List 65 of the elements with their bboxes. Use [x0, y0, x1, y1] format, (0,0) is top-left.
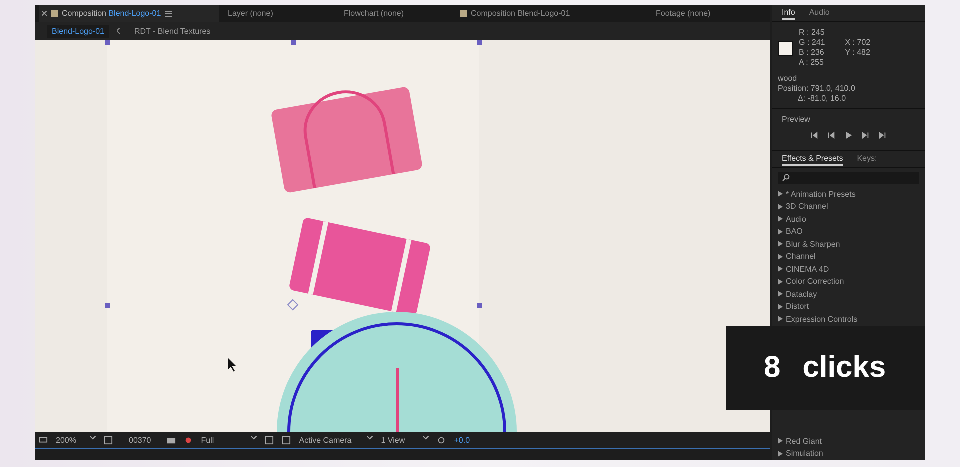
skip-back-icon[interactable]: [810, 131, 819, 140]
selection-handle[interactable]: [105, 303, 110, 308]
selection-handle[interactable]: [477, 303, 482, 308]
effect-category[interactable]: BAO: [772, 226, 925, 238]
panel-tab[interactable]: Layer (none): [225, 5, 335, 22]
timecode[interactable]: 00370: [129, 436, 152, 444]
skip-forward-icon[interactable]: [878, 131, 887, 140]
anchor-point-icon[interactable]: [287, 299, 299, 311]
effect-category[interactable]: CINEMA 4D: [772, 263, 925, 276]
panel-tab[interactable]: Info: [782, 6, 796, 20]
caret-icon[interactable]: [423, 436, 430, 440]
search-field[interactable]: [778, 172, 919, 184]
color-value: A : 255: [799, 58, 825, 68]
effect-category[interactable]: 3D Channel: [772, 200, 925, 213]
panel-tab[interactable]: Audio: [809, 6, 830, 20]
color-value: B : 236: [799, 48, 826, 58]
coordinate-value: Y : 482: [845, 48, 871, 58]
camera-dropdown[interactable]: Active Camera: [299, 436, 374, 444]
caret-icon[interactable]: [367, 436, 374, 440]
color-swatch: [778, 40, 793, 56]
coordinate-value: X : 702: [845, 38, 871, 48]
selection-handle[interactable]: [105, 40, 110, 45]
effect-category[interactable]: Simulation: [772, 448, 925, 460]
step-forward-icon[interactable]: [861, 131, 870, 140]
effect-category[interactable]: Blur & Sharpen: [772, 238, 925, 250]
clicks-label: clicks: [802, 351, 886, 385]
color-value: R : 245: [799, 28, 826, 38]
breadcrumb[interactable]: Blend-Logo-01: [47, 24, 110, 38]
cursor-icon: [228, 358, 236, 372]
effect-category[interactable]: Expression Controls: [772, 313, 925, 326]
chevron-left-icon: [117, 28, 122, 34]
position-value: Position: 791.0, 410.0: [778, 84, 856, 94]
effect-category[interactable]: Dataclay: [772, 288, 925, 300]
panel-title: Preview: [781, 115, 812, 125]
layer-name: wood: [778, 74, 798, 84]
resolution-dropdown[interactable]: Full: [201, 436, 258, 444]
panel-tab[interactable]: Flowchart (none): [341, 5, 451, 22]
panel-tab[interactable]: Keys:: [857, 152, 878, 166]
menu-icon[interactable]: [165, 10, 172, 16]
selection-handle[interactable]: [291, 40, 296, 45]
selection-handle[interactable]: [477, 40, 482, 45]
close-icon[interactable]: [42, 11, 47, 16]
step-back-icon[interactable]: [827, 131, 836, 140]
vertical-line: [396, 368, 399, 432]
effect-category[interactable]: * Animation Presets: [772, 188, 925, 200]
exposure-value[interactable]: +0.0: [454, 436, 470, 444]
play-icon[interactable]: [844, 131, 853, 140]
panel-tab[interactable]: Effects & Presets: [782, 152, 844, 166]
view-layout-dropdown[interactable]: 1 View: [381, 436, 430, 444]
effect-category[interactable]: Channel: [772, 250, 925, 263]
panel-tab[interactable]: Composition Blend-Logo-01: [457, 5, 647, 22]
panel-tab[interactable]: Composition Blend-Logo-01: [39, 5, 219, 22]
effect-category[interactable]: Audio: [772, 213, 925, 226]
color-value: G : 241: [799, 38, 826, 48]
click-count: 8: [764, 351, 781, 385]
effect-category[interactable]: Distort: [772, 300, 925, 313]
breadcrumb[interactable]: RDT - Blend Textures: [129, 24, 216, 38]
effect-category[interactable]: Red Giant: [772, 435, 925, 448]
caret-icon[interactable]: [90, 436, 96, 440]
effect-category[interactable]: Color Correction: [772, 276, 925, 288]
zoom-dropdown[interactable]: 200%: [56, 436, 96, 444]
caret-icon[interactable]: [251, 436, 258, 440]
delta-value: Δ: -81.0, 16.0: [797, 94, 848, 104]
search-icon: [782, 174, 790, 182]
panel-tab[interactable]: Footage (none): [653, 5, 763, 22]
